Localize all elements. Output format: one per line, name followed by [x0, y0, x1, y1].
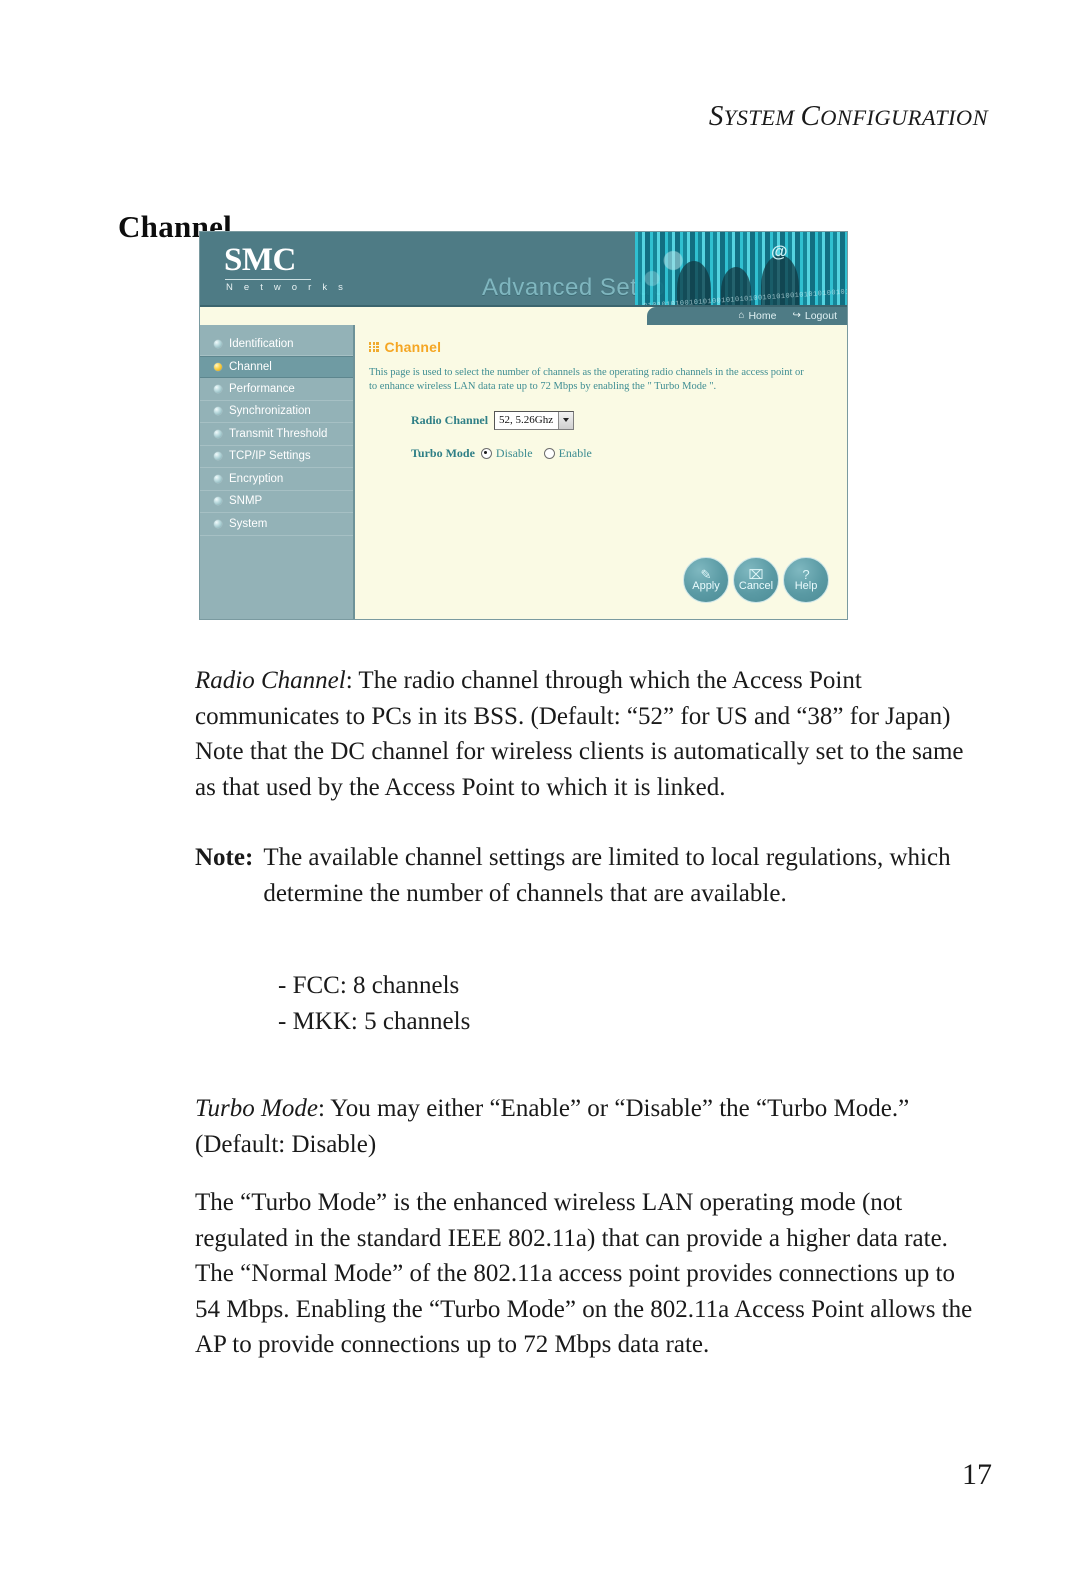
paragraph-lead-turbo-mode: Turbo Mode: [195, 1095, 318, 1122]
content-pane: Channel This page is used to select the …: [355, 325, 847, 619]
bullet-icon: [214, 362, 222, 371]
running-head-ystem: YSTEM: [723, 105, 801, 130]
sidebar-item-label: Identification: [229, 337, 294, 350]
top-nav-tab: ⌂ Home ↪ Logout: [647, 307, 847, 325]
sidebar-item-label: Performance: [229, 382, 295, 395]
content-description: This page is used to select the number o…: [369, 366, 804, 393]
action-buttons: ✎ Apply ⌧ Cancel ? Help: [683, 557, 829, 603]
nav-item-home[interactable]: ⌂ Home: [738, 310, 776, 322]
page-number: 17: [962, 1458, 992, 1491]
note-text: The available channel settings are limit…: [263, 844, 951, 907]
sidebar-item-label: System: [229, 517, 268, 530]
logo-rule: [225, 279, 311, 280]
bullet-icon: [214, 452, 222, 461]
radio-button-icon[interactable]: [480, 447, 492, 459]
sidebar-item-channel[interactable]: Channel: [200, 355, 353, 378]
note-block: Note: The available channel settings are…: [195, 840, 985, 911]
radio-channel-row: Radio Channel 52, 5.26Ghz: [411, 410, 847, 430]
bullet-icon: [214, 339, 222, 348]
logout-icon: ↪: [792, 310, 801, 321]
sidebar-item-encryption[interactable]: Encryption: [200, 468, 353, 491]
nav-item-logout[interactable]: ↪ Logout: [792, 310, 837, 322]
radio-channel-label: Radio Channel: [411, 412, 489, 427]
sidebar-item-synchronization[interactable]: Synchronization: [200, 401, 353, 423]
sidebar-item-tcp-ip-settings[interactable]: TCP/IP Settings: [200, 446, 353, 468]
help-button-label: Help: [794, 579, 818, 592]
running-head-c: C: [800, 100, 821, 132]
content-heading: Channel: [369, 339, 847, 355]
list-item: - FCC: 8 channels: [278, 972, 460, 999]
bullet-icon: [214, 407, 222, 416]
app-body: Identification Channel Performance Synch…: [200, 325, 847, 619]
sidebar-item-label: SNMP: [229, 495, 263, 508]
sidebar-item-label: TCP/IP Settings: [229, 450, 311, 463]
running-head-s: S: [708, 100, 724, 132]
list-item: - MKK: 5 channels: [278, 1007, 471, 1035]
top-nav-strip: ⌂ Home ↪ Logout: [200, 307, 847, 325]
question-mark-icon: ?: [802, 566, 810, 582]
running-head: SYSTEM CONFIGURATION: [709, 100, 988, 133]
trash-icon: ⌧: [748, 566, 764, 582]
app-banner: SMC N e t w o r k s Advanced Setup @ 010…: [200, 232, 847, 307]
sidebar-item-transmit-threshold[interactable]: Transmit Threshold: [200, 423, 353, 446]
radio-button-icon[interactable]: [543, 447, 555, 459]
bullet-icon: [214, 519, 222, 528]
turbo-mode-radio-group: Disable Enable: [480, 445, 592, 461]
radio-channel-value: 52, 5.26Ghz: [499, 414, 554, 426]
running-head-onfiguration: ONFIGURATION: [820, 105, 988, 130]
nav-item-logout-label: Logout: [804, 310, 837, 322]
help-button[interactable]: ? Help: [783, 557, 829, 603]
paragraph-turbo-mode-detail: The “Turbo Mode” is the enhanced wireles…: [195, 1189, 973, 1358]
turbo-mode-row: Turbo Mode Disable Enable: [411, 446, 847, 461]
turbo-mode-disable-label: Disable: [495, 445, 533, 460]
bullet-icon: [214, 429, 222, 438]
at-symbol-icon: @: [771, 242, 788, 261]
turbo-mode-enable-option[interactable]: Enable: [543, 445, 592, 461]
nav-item-home-label: Home: [748, 310, 777, 322]
cancel-button[interactable]: ⌧ Cancel: [733, 557, 779, 603]
cancel-button-label: Cancel: [738, 579, 774, 592]
sidebar: Identification Channel Performance Synch…: [200, 325, 355, 619]
apply-button-label: Apply: [692, 579, 720, 592]
smc-logo: SMC: [224, 242, 296, 278]
home-icon: ⌂: [738, 310, 745, 321]
sidebar-item-label: Synchronization: [229, 405, 311, 418]
sidebar-item-system[interactable]: System: [200, 513, 353, 536]
paragraph-turbo-mode: Turbo Mode: You may either “Enable” or “…: [195, 1091, 985, 1162]
screenshot-figure: SMC N e t w o r k s Advanced Setup @ 010…: [199, 231, 848, 620]
paragraph-lead-radio-channel: Radio Channel: [195, 667, 346, 694]
smc-logo-subtitle: N e t w o r k s: [226, 282, 348, 293]
content-title: Channel: [384, 339, 442, 355]
apply-button[interactable]: ✎ Apply: [683, 557, 729, 603]
paragraph-radio-channel: Radio Channel: The radio channel through…: [195, 663, 985, 805]
bullet-icon: [214, 474, 222, 483]
turbo-mode-enable-label: Enable: [558, 445, 592, 460]
banner-artwork-icon: @ 01010101001010100101010100101010010101…: [635, 232, 847, 307]
sidebar-item-performance[interactable]: Performance: [200, 378, 353, 401]
turbo-mode-disable-option[interactable]: Disable: [480, 445, 533, 461]
sidebar-item-identification[interactable]: Identification: [200, 333, 353, 356]
turbo-mode-label: Turbo Mode: [411, 445, 475, 460]
sidebar-item-label: Channel: [229, 360, 272, 373]
bullet-icon: [214, 384, 222, 393]
sidebar-item-label: Transmit Threshold: [229, 427, 328, 440]
channel-limits-list: - FCC: 8 channels - MKK: 5 channels: [278, 968, 470, 1039]
chevron-down-icon[interactable]: [558, 411, 574, 429]
tag-icon: ✎: [700, 566, 712, 582]
grid-icon: [369, 342, 379, 352]
bullet-icon: [214, 497, 222, 506]
radio-channel-select[interactable]: 52, 5.26Ghz: [494, 410, 575, 430]
sidebar-item-snmp[interactable]: SNMP: [200, 491, 353, 513]
sidebar-item-label: Encryption: [229, 472, 284, 485]
note-label: Note:: [195, 844, 254, 871]
